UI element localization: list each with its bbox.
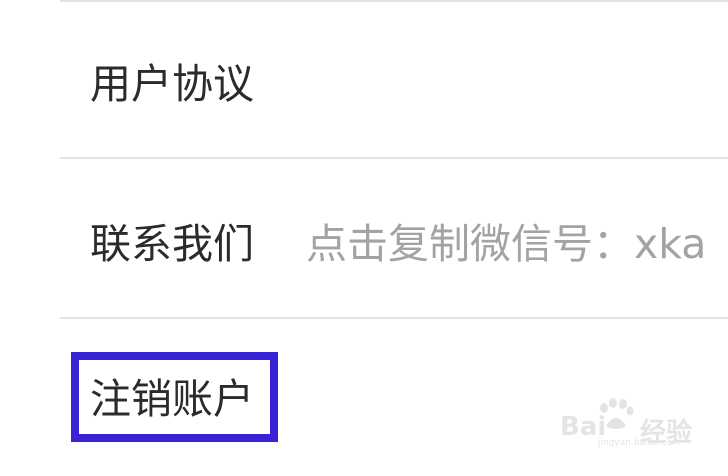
settings-item-contact-us[interactable]: 联系我们 点击复制微信号：xka bbox=[0, 159, 728, 317]
highlight-annotation-box bbox=[71, 352, 278, 442]
settings-item-label: 联系我们 bbox=[90, 220, 254, 268]
settings-screen: 用户协议 联系我们 点击复制微信号：xka 注销账户 Bai 经验 jingya… bbox=[0, 0, 728, 476]
watermark-site: jingyan.baidu.com bbox=[598, 438, 682, 448]
settings-item-user-agreement[interactable]: 用户协议 bbox=[0, 2, 728, 158]
copy-wechat-id-link[interactable]: 点击复制微信号：xka bbox=[306, 224, 706, 265]
settings-item-label: 用户协议 bbox=[90, 60, 254, 108]
baidu-jingyan-watermark: Bai 经验 jingyan.baidu.com bbox=[560, 398, 720, 448]
